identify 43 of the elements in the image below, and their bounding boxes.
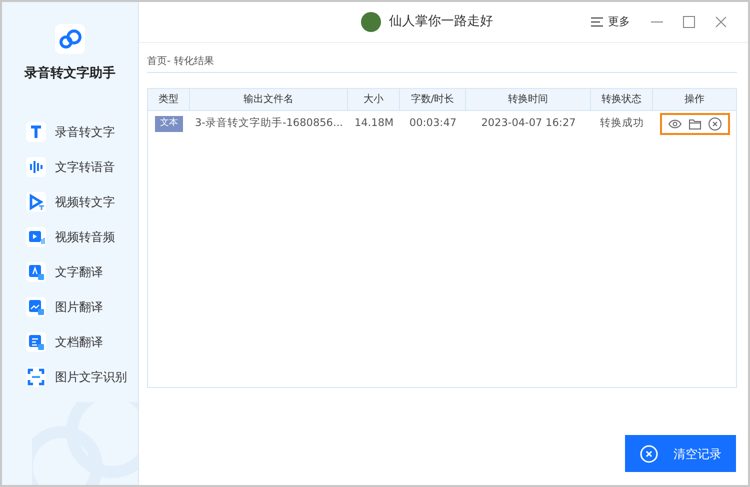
folder-icon[interactable] <box>688 117 702 131</box>
avatar <box>361 12 381 32</box>
table-cell-text: 3-录音转文字助手-1680856... <box>194 116 344 132</box>
app-logo-icon <box>55 24 85 54</box>
column-header: 转换时间 <box>466 89 591 110</box>
table-cell-text: 14.18M <box>353 116 395 132</box>
clear-records-button[interactable]: 清空记录 <box>625 435 736 472</box>
breadcrumb: 首页- 转化结果 <box>147 43 737 73</box>
translate-image-icon <box>26 296 46 316</box>
app-name: 录音转文字助手 <box>24 64 116 83</box>
column-header: 字数/时长 <box>400 89 466 110</box>
window-title: 仙人掌你一路走好 <box>389 13 493 32</box>
more-menu-button[interactable]: 更多 <box>591 14 630 30</box>
menu-icon <box>591 17 603 27</box>
column-header: 类型 <box>148 89 190 110</box>
sidebar-item[interactable]: 视频转文字 <box>26 190 138 214</box>
column-header: 操作 <box>684 93 706 107</box>
column-header: 大小 <box>348 89 400 110</box>
table-cell-text: 00:03:47 <box>408 116 458 132</box>
sidebar-item[interactable]: 图片翻译 <box>26 294 138 318</box>
sidebar-item[interactable]: 文档翻译 <box>26 330 138 354</box>
close-icon[interactable] <box>714 15 728 29</box>
translate-text-icon <box>26 262 46 282</box>
maximize-icon[interactable] <box>682 15 696 29</box>
clear-icon <box>640 444 658 462</box>
voice-icon <box>26 156 46 176</box>
text-icon <box>26 122 46 142</box>
ocr-icon <box>26 366 46 386</box>
column-header: 输出文件名 <box>190 89 348 110</box>
sidebar-item[interactable]: 录音转文字 <box>26 120 138 144</box>
translate-doc-icon <box>26 332 46 352</box>
column-header: 转换状态 <box>591 89 653 110</box>
sidebar-item[interactable]: 视频转音频 <box>26 224 138 248</box>
sidebar-item[interactable]: 文字转语音 <box>26 154 138 178</box>
sidebar-item[interactable]: 图片文字识别 <box>26 364 138 388</box>
delete-icon[interactable] <box>708 117 722 131</box>
table-cell-text: 转换成功 <box>599 116 645 132</box>
table-cell-text: 2023-04-07 16:27 <box>480 116 577 132</box>
type-tag: 文本 <box>155 116 183 132</box>
video-audio-icon <box>26 226 46 246</box>
sidebar-item[interactable]: 文字翻译 <box>26 260 138 284</box>
video-text-icon <box>26 192 46 212</box>
eye-icon[interactable] <box>668 117 682 131</box>
